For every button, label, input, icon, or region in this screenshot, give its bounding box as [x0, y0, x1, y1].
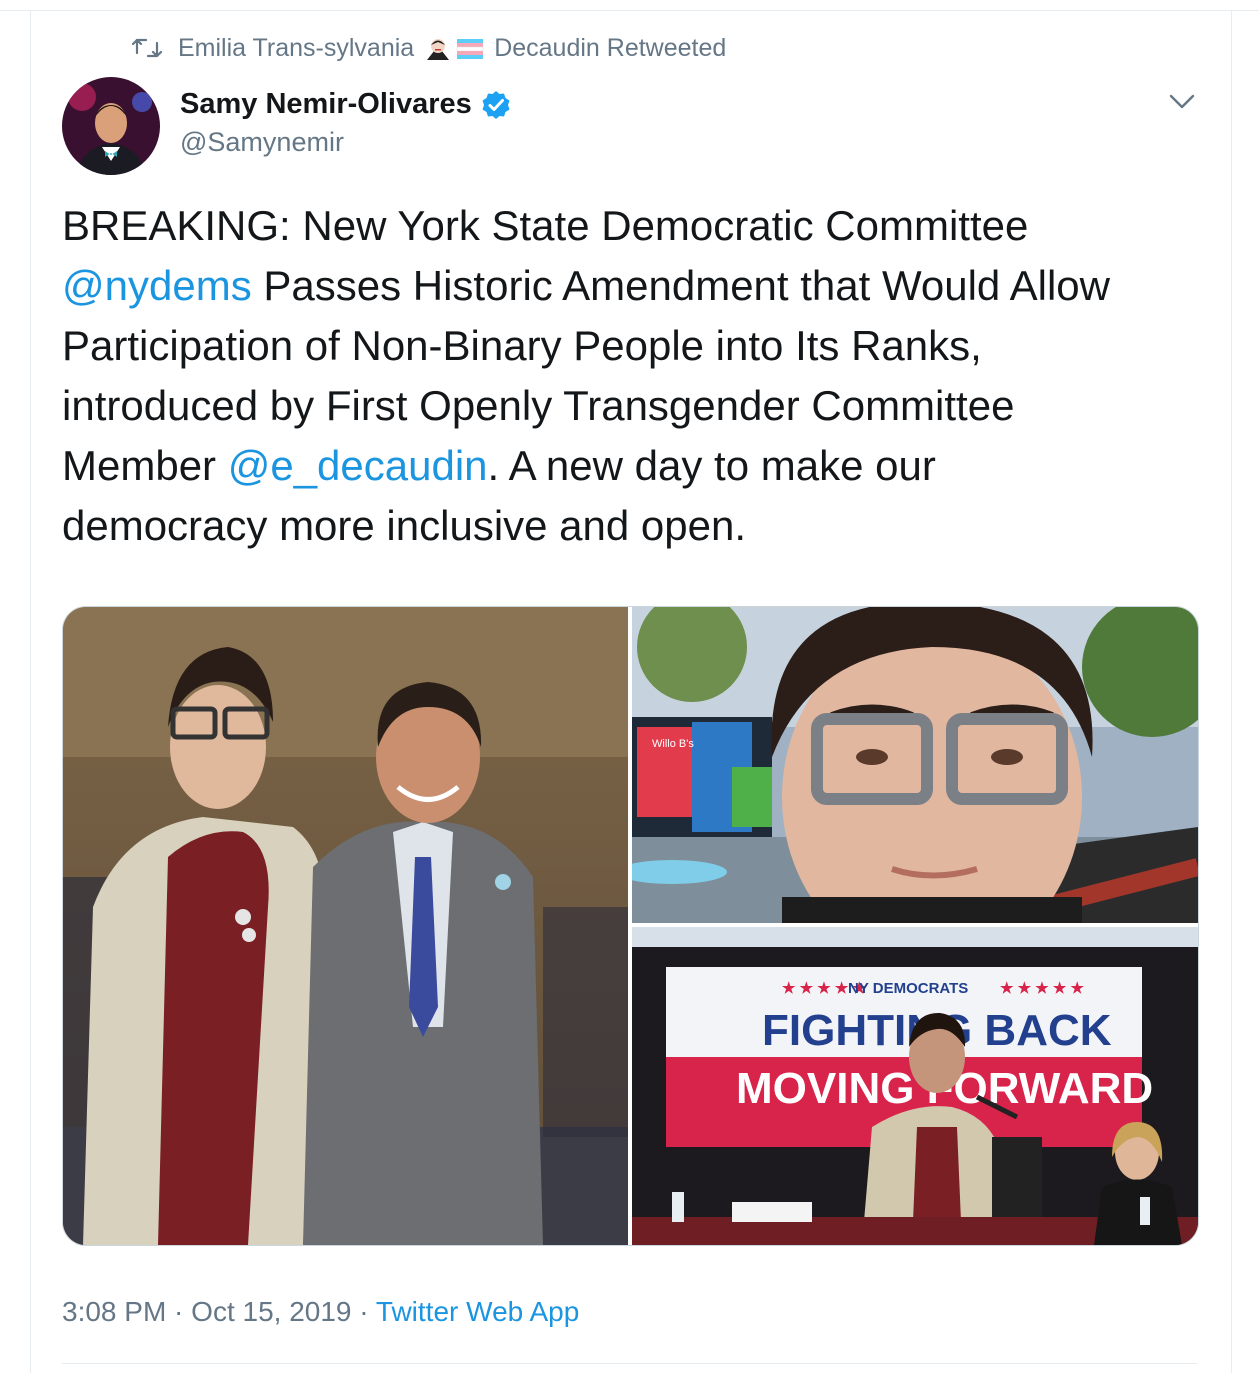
tweet-text-line: @nydems Passes Historic Amendment that W… [62, 256, 1197, 316]
vampire-emoji-icon [424, 34, 452, 62]
retweet-context: Emilia Trans-sylvania Decaudin Retweeted [132, 32, 726, 64]
tweet-text-segment: BREAKING: New York State Democratic Comm… [62, 202, 1029, 249]
tweet-text-line: introduced by First Openly Transgender C… [62, 376, 1197, 436]
tweet-text: BREAKING: New York State Democratic Comm… [62, 196, 1197, 556]
tweet-text-segment: Passes Historic Amendment that Would All… [251, 262, 1110, 309]
tweet-text-segment: democracy more inclusive and open. [62, 502, 747, 549]
tweet-text-segment: Member [62, 442, 228, 489]
transgender-flag-emoji-icon [456, 34, 484, 62]
source-app-link[interactable]: Twitter Web App [376, 1296, 579, 1327]
retweeter-link[interactable]: Emilia Trans-sylvania [178, 34, 414, 63]
meta-separator: · [166, 1296, 192, 1327]
tweet-time: 3:08 PM [62, 1296, 167, 1327]
retweet-icon [132, 38, 162, 58]
meta-separator: · [351, 1296, 376, 1327]
chevron-down-icon[interactable] [1168, 92, 1196, 112]
verified-badge-icon [482, 90, 510, 119]
tweet-text-line: Member @e_decaudin. A new day to make ou… [62, 436, 1197, 496]
tweet-meta: 3:08 PM · Oct 15, 2019 · Twitter Web App [62, 1296, 579, 1328]
mention-link[interactable]: @e_decaudin [228, 442, 488, 489]
tweet-text-line: Participation of Non-Binary People into … [62, 316, 1197, 376]
tweet-timestamp-link[interactable]: 3:08 PM · Oct 15, 2019 [62, 1296, 352, 1327]
tweet-text-line: democracy more inclusive and open. [62, 496, 1197, 556]
mention-link[interactable]: @nydems [62, 262, 252, 309]
author-handle[interactable]: @Samynemir [180, 127, 344, 158]
tweet-date: Oct 15, 2019 [191, 1296, 352, 1327]
media-grid: Willo B's ★ ★ ★ ★ ★ NY DEMOCRATS ★ ★ ★ ★… [62, 606, 1199, 1246]
banner-top-text: NY DEMOCRATS [848, 980, 968, 997]
svg-text:★ ★ ★ ★ ★: ★ ★ ★ ★ ★ [1000, 980, 1084, 997]
tweet-text-segment: introduced by First Openly Transgender C… [62, 382, 1015, 429]
author-name[interactable]: Samy Nemir-Olivares [180, 88, 512, 121]
author-avatar[interactable] [62, 77, 160, 175]
tweet-text-segment: . A new day to make our [487, 442, 936, 489]
tweet-text-line: BREAKING: New York State Democratic Comm… [62, 196, 1197, 256]
tweet-text-segment: Participation of Non-Binary People into … [62, 322, 982, 369]
photo-podium-speech[interactable]: ★ ★ ★ ★ ★ NY DEMOCRATS ★ ★ ★ ★ ★ FIGHTIN… [632, 927, 1198, 1245]
photo-selfie[interactable]: Willo B's [632, 607, 1198, 923]
photo-two-men[interactable] [63, 607, 628, 1245]
retweeted-label: Decaudin Retweeted [494, 33, 727, 62]
bottom-divider [62, 1363, 1197, 1364]
storefront-sign: Willo B's [652, 738, 694, 750]
author-display-name[interactable]: Samy Nemir-Olivares [180, 88, 472, 121]
